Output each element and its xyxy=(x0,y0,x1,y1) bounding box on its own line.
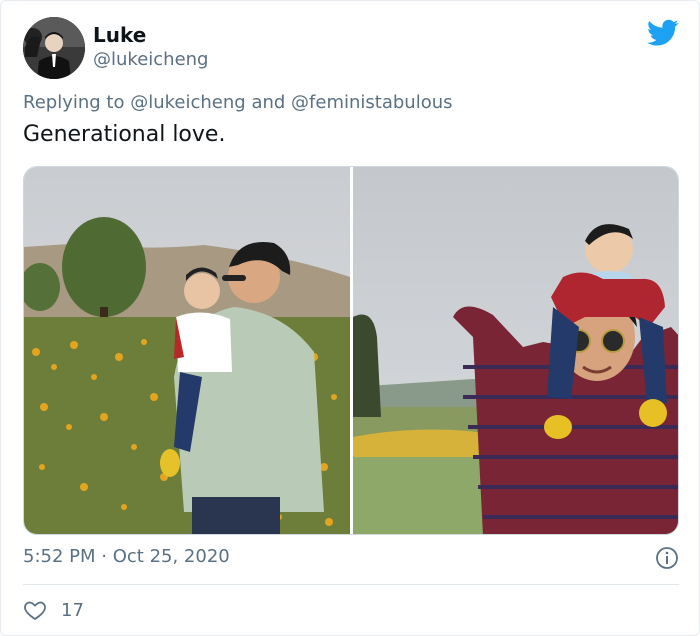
reply-mention-feministabulous[interactable]: @feministabulous xyxy=(291,92,452,113)
twitter-bird-icon[interactable] xyxy=(647,19,679,47)
like-button[interactable]: 17 xyxy=(23,597,84,623)
photo-father-kissing-baby[interactable] xyxy=(24,167,350,534)
like-count: 17 xyxy=(61,599,84,621)
tweet-date[interactable]: Oct 25, 2020 xyxy=(113,546,230,567)
replying-to-line: Replying to @lukeicheng and @feministabu… xyxy=(23,92,453,113)
photo-right-image xyxy=(353,167,678,534)
heart-icon xyxy=(24,601,46,620)
photo-left-image xyxy=(24,167,350,534)
photo-baby-on-shoulders[interactable] xyxy=(353,167,678,534)
replying-to-label: Replying to xyxy=(23,92,125,113)
author-avatar[interactable] xyxy=(23,17,85,79)
tweet-card: Luke @lukeicheng Replying to @lukeicheng… xyxy=(0,0,700,636)
tweet-timestamp: 5:52 PM · Oct 25, 2020 xyxy=(23,546,230,567)
tweet-time[interactable]: 5:52 PM xyxy=(23,546,96,567)
info-icon[interactable] xyxy=(655,546,679,570)
tweet-text: Generational love. xyxy=(23,122,226,147)
reply-joiner: and xyxy=(251,92,286,113)
author-handle[interactable]: @lukeicheng xyxy=(93,49,208,70)
timestamp-separator: · xyxy=(101,546,107,567)
tweet-media xyxy=(23,166,679,535)
divider xyxy=(23,584,679,585)
author-name[interactable]: Luke xyxy=(93,23,146,47)
avatar-image xyxy=(23,17,85,79)
reply-mention-lukeicheng[interactable]: @lukeicheng xyxy=(130,92,245,113)
